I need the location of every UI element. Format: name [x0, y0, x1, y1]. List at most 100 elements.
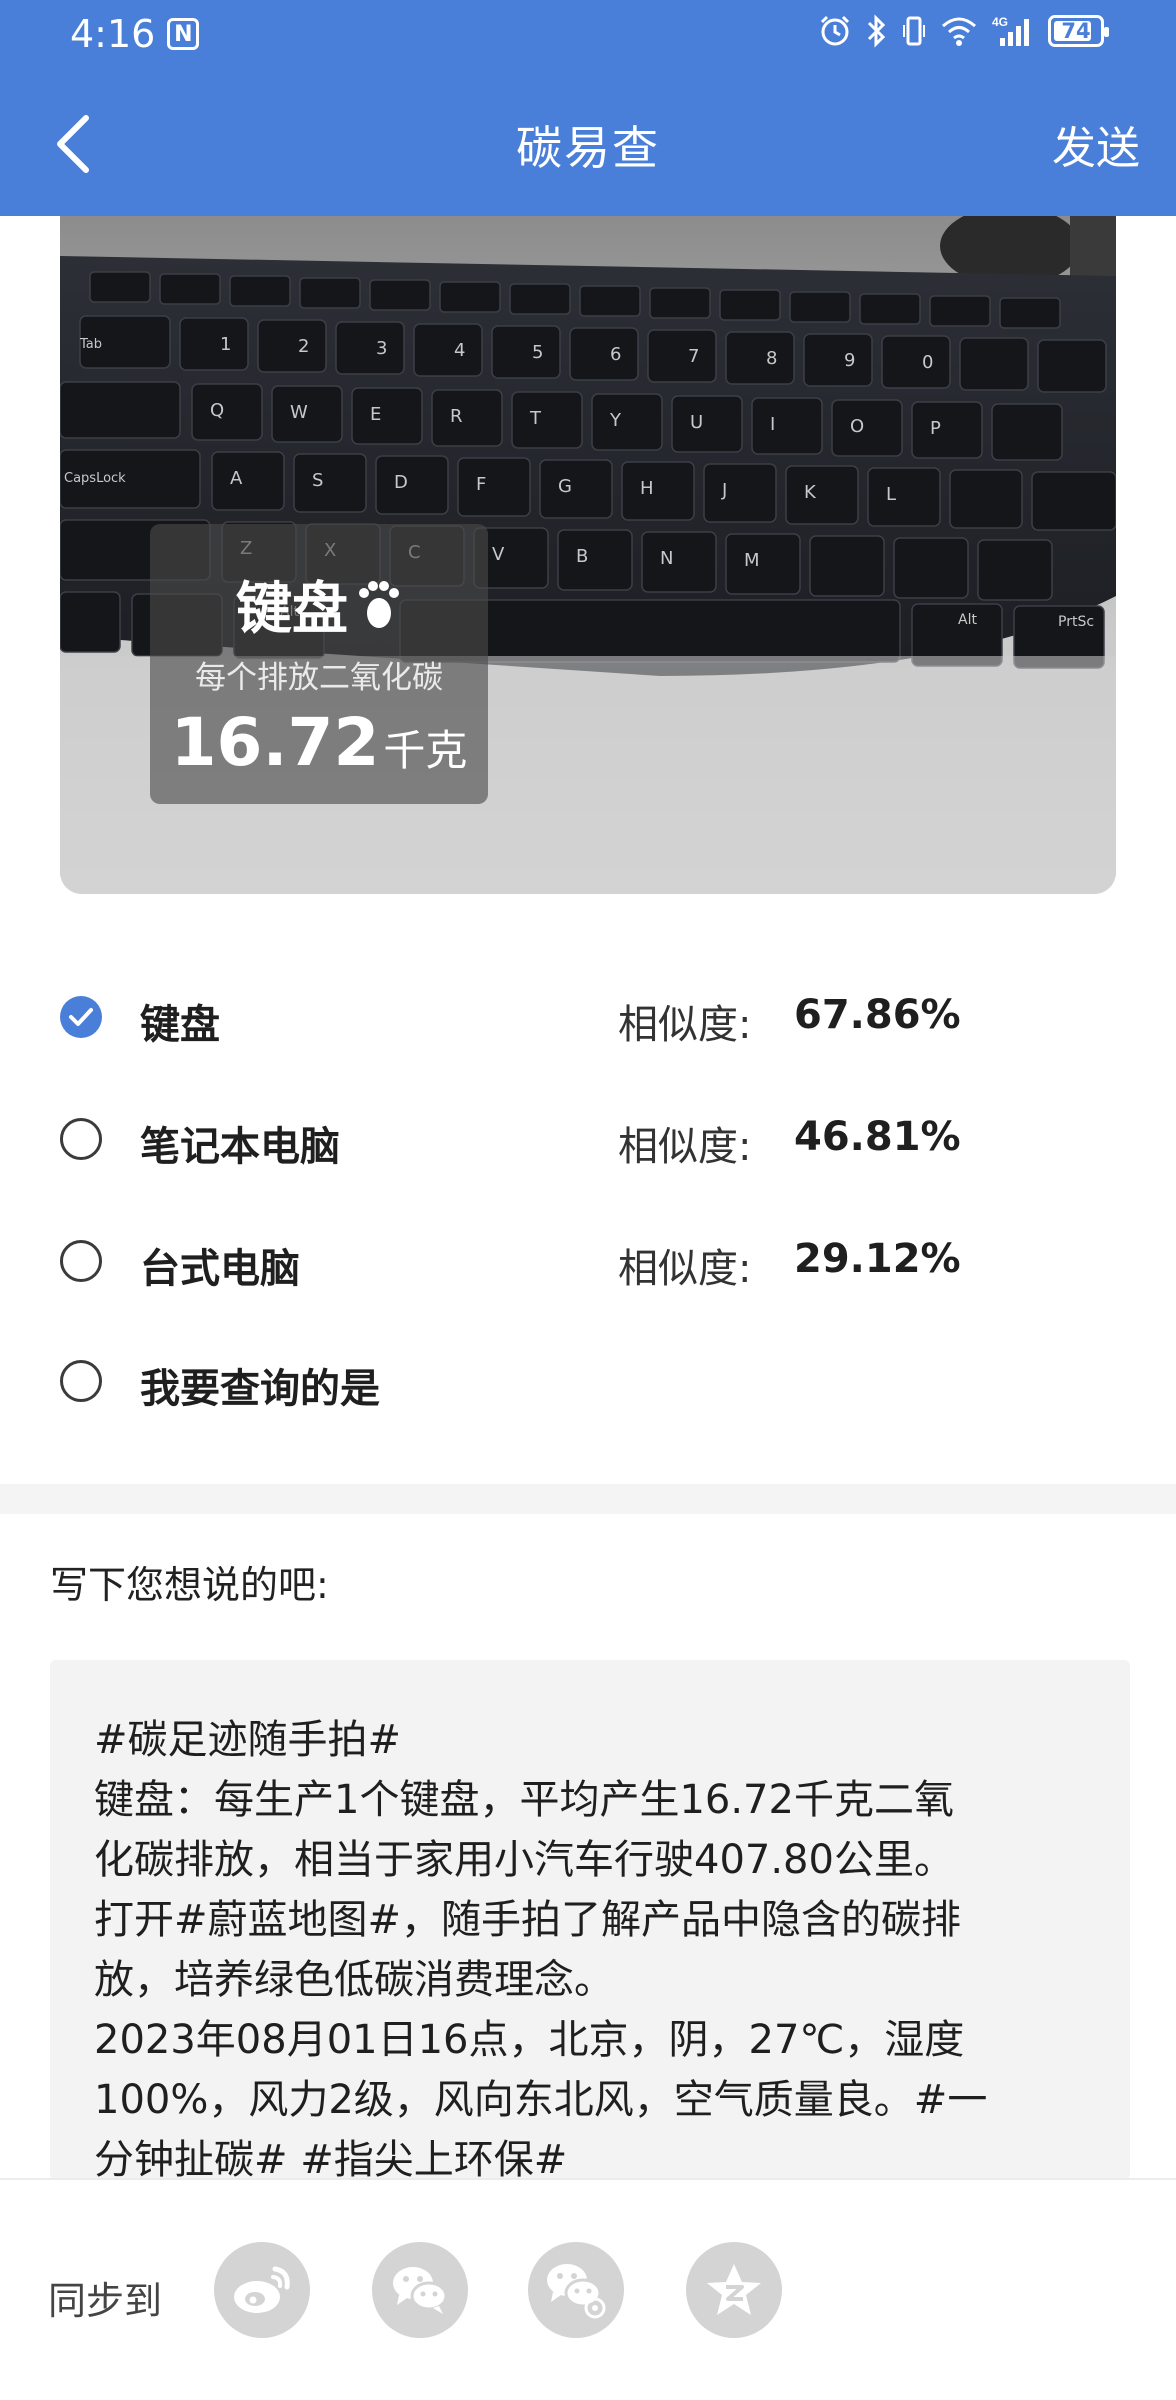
message-line: 100%，风力2级，风向东北风，空气质量良。#一: [94, 2077, 988, 2123]
option-desktop[interactable]: 台式电脑 相似度: 29.12%: [0, 1210, 1176, 1310]
weibo-icon: [234, 2266, 290, 2313]
option-label: 台式电脑: [140, 1246, 300, 1292]
svg-text:4: 4: [454, 340, 465, 361]
svg-text:B: B: [576, 546, 588, 567]
message-line: #碳足迹随手拍#: [94, 1717, 402, 1763]
svg-text:Tab: Tab: [79, 337, 102, 352]
similarity-label: 相似度:: [618, 1002, 752, 1048]
clock-text: 4:16: [70, 12, 156, 56]
svg-text:T: T: [529, 408, 542, 429]
svg-text:8: 8: [766, 348, 777, 369]
similarity-label: 相似度:: [618, 1246, 752, 1292]
option-keyboard[interactable]: 键盘 相似度: 67.86%: [0, 966, 1176, 1066]
svg-text:Alt: Alt: [958, 612, 977, 628]
status-time: 4:16 N: [70, 12, 200, 56]
message-line: 2023年08月01日16点，北京，阴，27℃，湿度: [94, 2017, 965, 2063]
message-text[interactable]: #碳足迹随手拍# 键盘：每生产1个键盘，平均产生16.72千克二氧 化碳排放，相…: [94, 1710, 1094, 2180]
option-label: 笔记本电脑: [140, 1124, 340, 1170]
radio-unchecked-icon[interactable]: [60, 1118, 102, 1160]
message-line: 打开#蔚蓝地图#，随手拍了解产品中隐含的碳排: [94, 1897, 962, 1943]
svg-text:P: P: [930, 418, 941, 439]
battery-icon: 74: [1048, 15, 1109, 47]
item-name-text: 键盘: [236, 577, 348, 642]
svg-text:E: E: [370, 404, 381, 425]
svg-text:F: F: [476, 474, 486, 495]
svg-text:M: M: [744, 550, 760, 571]
share-bar: 同步到: [0, 2178, 1176, 2400]
similarity-value: 46.81%: [794, 1114, 961, 1160]
svg-text:CapsLock: CapsLock: [64, 471, 126, 486]
svg-text:J: J: [721, 480, 727, 501]
emission-unit: 千克: [383, 726, 468, 775]
svg-text:L: L: [886, 484, 896, 505]
svg-text:PrtSc: PrtSc: [1058, 614, 1094, 630]
svg-text:7: 7: [688, 346, 699, 367]
nfc-icon: N: [167, 18, 200, 50]
message-line: 分钟扯碳# #指尖上环保#: [94, 2137, 568, 2180]
similarity-value: 67.86%: [794, 992, 961, 1038]
section-divider: [0, 1484, 1176, 1514]
svg-text:V: V: [492, 544, 505, 565]
share-weibo-button[interactable]: [214, 2242, 310, 2338]
wechat-moments-icon: [547, 2264, 606, 2319]
photo-preview: 1 2 3 4 5 6 7 8 9 0 Tab Q W E R T Y U I O P CapsLock…: [60, 216, 1116, 894]
wifi-icon: [942, 17, 976, 46]
svg-text:1: 1: [220, 334, 231, 355]
svg-text:W: W: [290, 402, 308, 423]
emission-value: 16.72: [170, 704, 380, 781]
svg-text:S: S: [312, 470, 323, 491]
overlay-sub-label: 每个排放二氧化碳: [195, 660, 443, 696]
svg-text:N: N: [660, 548, 673, 569]
svg-text:Y: Y: [609, 410, 622, 431]
svg-text:2: 2: [298, 336, 309, 357]
svg-text:K: K: [804, 482, 817, 503]
radio-unchecked-icon[interactable]: [60, 1360, 102, 1402]
option-laptop[interactable]: 笔记本电脑 相似度: 46.81%: [0, 1088, 1176, 1188]
vibrate-icon: [903, 16, 925, 46]
page-title: 碳易查: [516, 121, 660, 175]
share-wechat-moments-button[interactable]: [528, 2242, 624, 2338]
qzone-icon: [707, 2264, 761, 2315]
radio-checked-icon[interactable]: [60, 996, 102, 1038]
bluetooth-icon: [867, 14, 886, 48]
battery-level: 74: [1061, 19, 1091, 43]
svg-text:A: A: [230, 468, 243, 489]
option-custom-query[interactable]: 我要查询的是: [0, 1330, 1176, 1430]
alarm-icon: [820, 15, 850, 46]
svg-text:U: U: [690, 412, 703, 433]
svg-text:4G: 4G: [992, 15, 1008, 29]
compose-prompt: 写下您想说的吧:: [50, 1563, 329, 1607]
message-textarea[interactable]: #碳足迹随手拍# 键盘：每生产1个键盘，平均产生16.72千克二氧 化碳排放，相…: [50, 1660, 1130, 2180]
svg-text:3: 3: [376, 338, 387, 359]
svg-text:9: 9: [844, 350, 855, 371]
overlay-value: 16.72 千克: [150, 704, 488, 781]
svg-text:6: 6: [610, 344, 621, 365]
send-button[interactable]: 发送: [1052, 112, 1140, 176]
share-wechat-button[interactable]: [372, 2242, 468, 2338]
signal-4g-icon: 4G: [992, 15, 1029, 46]
svg-text:5: 5: [532, 342, 543, 363]
status-icons: 4G 74: [818, 14, 1109, 48]
emission-overlay: 键盘 每个排放二氧化碳 16.72 千克: [150, 524, 488, 804]
option-label: 键盘: [140, 1002, 220, 1048]
similarity-value: 29.12%: [794, 1236, 961, 1282]
message-line: 放，培养绿色低碳消费理念。: [94, 1957, 614, 2003]
svg-text:H: H: [640, 478, 654, 499]
option-label: 我要查询的是: [140, 1366, 380, 1412]
message-line: 键盘：每生产1个键盘，平均产生16.72千克二氧: [94, 1777, 954, 1823]
share-qzone-button[interactable]: [686, 2242, 782, 2338]
svg-text:R: R: [450, 406, 463, 427]
similarity-label: 相似度:: [618, 1124, 752, 1170]
overlay-item-name: 键盘: [150, 564, 488, 645]
app-bar: 4:16 N 4G 74 碳易查 发送: [0, 0, 1176, 216]
svg-text:O: O: [850, 416, 864, 437]
message-line: 化碳排放，相当于家用小汽车行驶407.80公里。: [94, 1837, 954, 1883]
svg-text:0: 0: [922, 352, 933, 373]
svg-text:Q: Q: [210, 400, 224, 421]
footprint-icon: [359, 580, 399, 628]
svg-text:D: D: [394, 472, 408, 493]
svg-text:G: G: [558, 476, 572, 497]
radio-unchecked-icon[interactable]: [60, 1240, 102, 1282]
sync-label: 同步到: [48, 2279, 163, 2323]
svg-text:I: I: [770, 414, 775, 435]
